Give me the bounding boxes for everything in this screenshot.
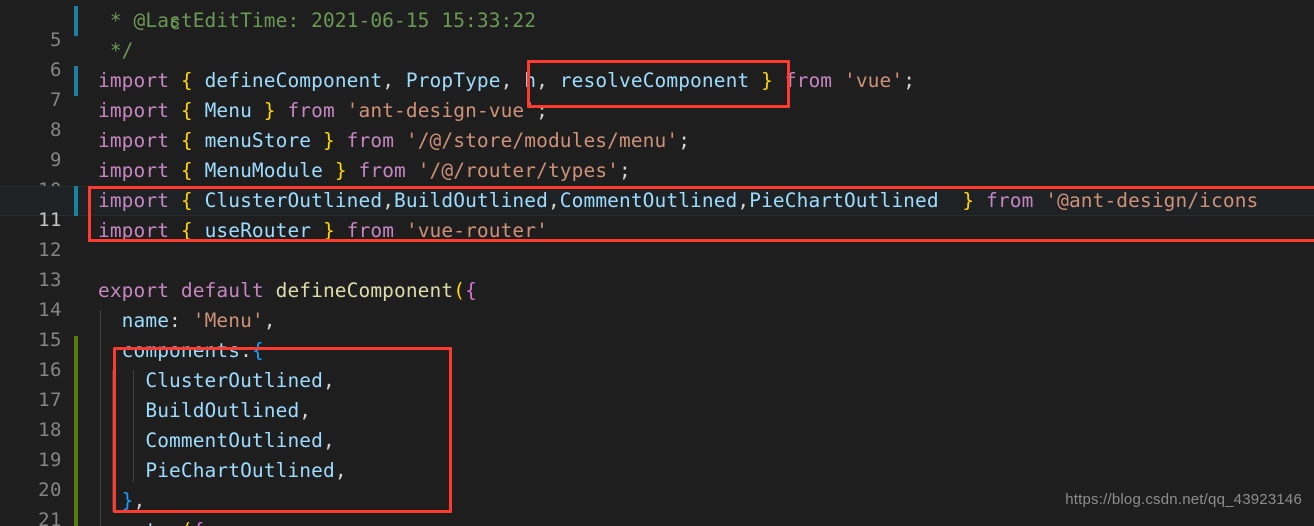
gutter-added-marker: [74, 366, 78, 396]
code-text: CommentOutlined,: [98, 429, 335, 452]
code-text: name: 'Menu',: [98, 309, 276, 332]
code-text: },: [98, 489, 146, 512]
code-line-15[interactable]: 15 name: 'Menu',: [0, 306, 1314, 351]
code-text: import { useRouter } from 'vue-router': [98, 219, 548, 242]
code-text: * @LastEditTime: 2021-06-15 15:33:22: [98, 9, 537, 32]
gutter-added-marker: [74, 426, 78, 456]
code-editor-screenshot: c 5 * @LastEditTime: 2021-06-15 15:33:22…: [0, 0, 1314, 526]
gutter-added-marker: [74, 516, 78, 526]
code-line-10[interactable]: 10 import { MenuModule } from '/@/router…: [0, 156, 1314, 201]
code-line-6[interactable]: 6 */: [0, 36, 1314, 81]
code-line-19[interactable]: 19 CommentOutlined,: [0, 426, 1314, 471]
gutter-added-marker: [74, 396, 78, 426]
code-line-22-partial[interactable]: 22 setup({: [0, 516, 1314, 526]
code-text: import { Menu } from 'ant-design-vue';: [98, 99, 548, 122]
code-text: import { defineComponent, PropType, h, r…: [98, 69, 916, 92]
code-text: PieChartOutlined,: [98, 459, 347, 482]
code-line-17[interactable]: 17 ClusterOutlined,: [0, 366, 1314, 411]
gutter-added-marker: [74, 486, 78, 516]
code-editor-viewport[interactable]: c 5 * @LastEditTime: 2021-06-15 15:33:22…: [0, 0, 1314, 526]
gutter-change-marker: [74, 186, 78, 216]
code-line-8[interactable]: 8 import { Menu } from 'ant-design-vue';: [0, 96, 1314, 141]
code-line-12[interactable]: 12 import { useRouter } from 'vue-router…: [0, 216, 1314, 261]
code-text: */: [98, 39, 134, 62]
code-text: components:{: [98, 339, 264, 362]
code-text: export default defineComponent({: [98, 279, 477, 302]
code-line-14[interactable]: 14 export default defineComponent({: [0, 276, 1314, 321]
gutter-change-marker: [74, 6, 78, 36]
code-text: setup({: [98, 516, 205, 526]
code-text: import { ClusterOutlined,BuildOutlined,C…: [98, 189, 1259, 212]
gutter-added-marker: [74, 456, 78, 486]
code-text: BuildOutlined,: [98, 399, 312, 422]
code-line-20[interactable]: 20 PieChartOutlined,: [0, 456, 1314, 501]
code-text: import { MenuModule } from '/@/router/ty…: [98, 159, 631, 182]
code-line-9[interactable]: 9 import { menuStore } from '/@/store/mo…: [0, 126, 1314, 171]
gutter-change-marker: [74, 66, 78, 96]
code-text: ClusterOutlined,: [98, 369, 335, 392]
code-line-5[interactable]: 5 * @LastEditTime: 2021-06-15 15:33:22: [0, 6, 1314, 51]
csdn-watermark: https://blog.csdn.net/qq_43923146: [1065, 491, 1302, 508]
code-line-18[interactable]: 18 BuildOutlined,: [0, 396, 1314, 441]
code-line-11[interactable]: 11 import { ClusterOutlined,BuildOutline…: [0, 186, 1314, 231]
code-line-16[interactable]: 16 components:{: [0, 336, 1314, 381]
code-line-13[interactable]: 13: [0, 246, 1314, 291]
code-line-7[interactable]: 7 import { defineComponent, PropType, h,…: [0, 66, 1314, 111]
code-text: import { menuStore } from '/@/store/modu…: [98, 129, 691, 152]
gutter-added-marker: [74, 336, 78, 366]
